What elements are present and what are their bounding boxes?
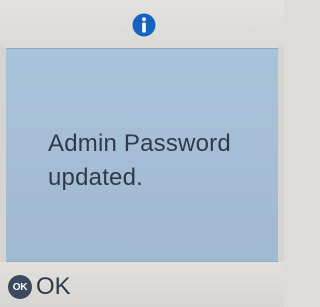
ok-button-label: OK — [36, 273, 71, 300]
info-icon — [132, 13, 156, 37]
message-text: Admin Password updated. — [48, 127, 268, 195]
ok-button[interactable]: OK OK — [8, 274, 71, 300]
status-header — [0, 0, 284, 46]
message-line-2: updated. — [48, 164, 144, 191]
message-line-1: Admin Password — [48, 130, 231, 157]
message-panel: Admin Password updated. — [6, 48, 278, 262]
panel-frame-right — [278, 46, 284, 262]
printer-lcd-screen: Admin Password updated. OK OK — [0, 0, 284, 307]
ok-key-icon: OK — [8, 275, 32, 299]
